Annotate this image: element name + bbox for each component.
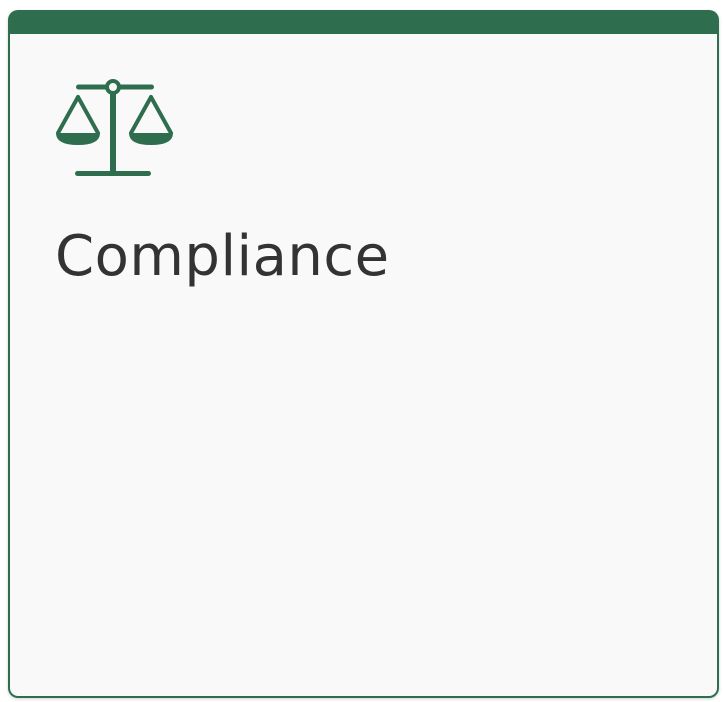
scales-icon bbox=[54, 78, 176, 182]
tile-label: Compliance bbox=[55, 224, 390, 289]
compliance-tile[interactable]: Compliance bbox=[8, 10, 719, 698]
